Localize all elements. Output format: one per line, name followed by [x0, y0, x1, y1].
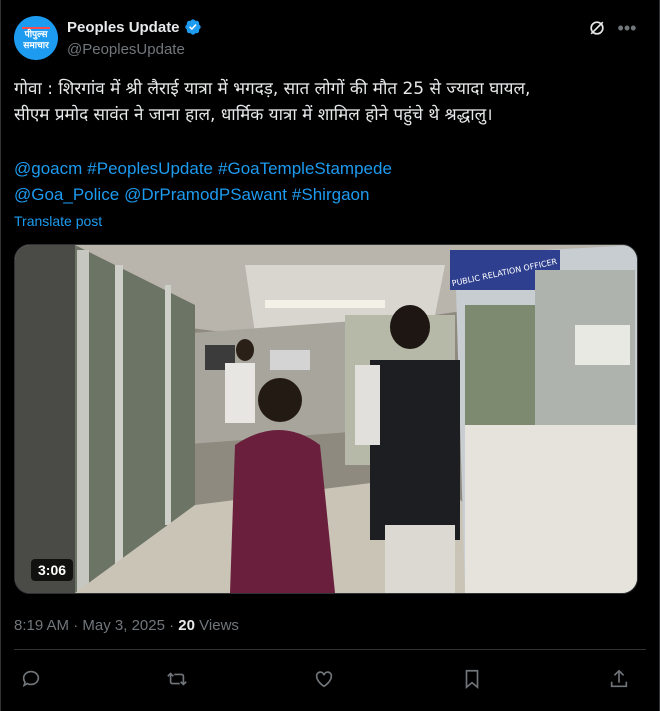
repost-icon	[167, 672, 187, 686]
avatar-logo-icon: पीपुल्स समाचार	[14, 16, 58, 60]
post-hashtags: @goacm #PeoplesUpdate #GoaTempleStampede @…	[14, 156, 644, 208]
divider	[14, 649, 646, 650]
repost-button[interactable]	[166, 668, 190, 692]
avatar-text-1: पीपुल्स	[24, 28, 49, 40]
author-name-row[interactable]: Peoples Update	[67, 18, 202, 36]
author-name[interactable]: Peoples Update	[67, 19, 180, 36]
avatar[interactable]: पीपुल्स समाचार	[14, 16, 58, 60]
hashtag-link[interactable]: #GoaTempleStampede	[218, 159, 392, 178]
meta-separator: ·	[73, 617, 79, 634]
views-count: 20	[178, 617, 195, 634]
mention-link[interactable]: @DrPramodPSawant	[124, 185, 287, 204]
verified-badge-icon	[184, 19, 201, 35]
post-text-line-2: सीएम प्रमोद सावंत ने जाना हाल, धार्मिक य…	[14, 105, 493, 125]
video-player[interactable]: PUBLIC RELATION OFFICER 3:06	[14, 244, 638, 594]
hashtag-link[interactable]: #Shirgaon	[292, 185, 370, 204]
like-button[interactable]	[313, 668, 337, 692]
reply-icon	[22, 670, 40, 688]
translate-post-link[interactable]: Translate post	[14, 213, 102, 229]
reply-button[interactable]	[20, 668, 44, 692]
more-icon[interactable]: •••	[615, 18, 639, 38]
share-button[interactable]	[608, 668, 632, 692]
video-frame: PUBLIC RELATION OFFICER	[15, 245, 637, 593]
post-time[interactable]: 8:19 AM	[14, 617, 69, 634]
post-date[interactable]: May 3, 2025	[82, 617, 165, 634]
grok-icon[interactable]	[587, 18, 607, 38]
meta-separator: ·	[169, 617, 175, 634]
views-label: Views	[199, 617, 239, 634]
mention-link[interactable]: @Goa_Police	[14, 185, 119, 204]
post-text: गोवा : शिरगांव में श्री लैराई यात्रा में…	[14, 76, 644, 128]
hashtag-link[interactable]: #PeoplesUpdate	[87, 159, 213, 178]
video-duration: 3:06	[31, 559, 74, 581]
bookmark-icon	[465, 669, 479, 690]
action-bar	[14, 668, 636, 696]
avatar-text-2: समाचार	[22, 41, 49, 51]
post-text-line-1: गोवा : शिरगांव में श्री लैराई यात्रा में…	[14, 79, 531, 99]
mention-link[interactable]: @goacm	[14, 159, 82, 178]
bookmark-button[interactable]	[461, 668, 485, 692]
share-icon	[610, 669, 628, 688]
author-handle[interactable]: @PeoplesUpdate	[67, 41, 185, 58]
tweet: पीपुल्स समाचार Peoples Update @PeoplesUp…	[0, 0, 660, 711]
like-icon	[315, 671, 333, 688]
post-meta: 8:19 AM · May 3, 2025 · 20 Views	[14, 617, 239, 634]
